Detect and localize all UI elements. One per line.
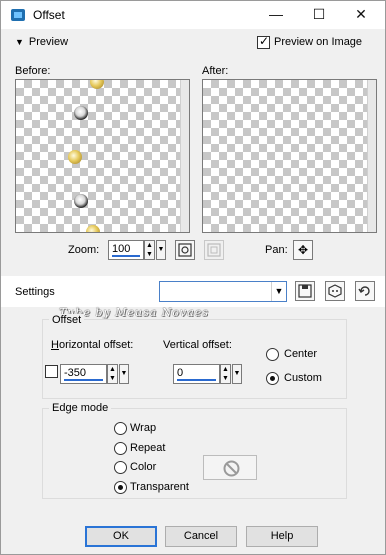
custom-radio[interactable]: [266, 372, 279, 385]
spin-up-icon: ▲: [146, 242, 153, 249]
spin-down-icon: ▼: [146, 251, 153, 258]
spin-down-icon: ▼: [222, 375, 229, 382]
triangle-down-icon: ▼: [15, 37, 24, 47]
offset-group-title: Offset: [49, 314, 85, 326]
pan-label: Pan:: [265, 244, 288, 256]
zoom-dropdown[interactable]: ▼: [156, 240, 166, 260]
fit-icon: [178, 243, 192, 257]
vertical-offset-spinner[interactable]: ▲ ▼: [220, 364, 231, 384]
preview-toggle-label: Preview: [28, 36, 69, 48]
vertical-offset-dropdown[interactable]: ▼: [232, 364, 242, 384]
transparent-label: Transparent: [130, 481, 189, 493]
repeat-label: Repeat: [130, 442, 166, 454]
zoom-actual-size-button[interactable]: [204, 240, 224, 260]
edge-mode-group: [42, 408, 347, 499]
repeat-radio[interactable]: [114, 442, 127, 455]
save-preset-button[interactable]: [295, 281, 315, 301]
color-radio[interactable]: [114, 461, 127, 474]
move-icon: ✥: [297, 243, 309, 257]
vertical-offset-input[interactable]: 0: [173, 364, 220, 384]
app-icon: [11, 9, 25, 21]
gold-gem-image: [90, 80, 104, 89]
help-button[interactable]: Help: [246, 526, 318, 547]
center-label: Center: [284, 348, 318, 360]
scroll-gutter[interactable]: [367, 80, 376, 232]
spin-up-icon: ▲: [109, 366, 116, 373]
scroll-gutter[interactable]: [180, 80, 189, 232]
gold-gem-image: [86, 225, 100, 232]
vertical-offset-label: Vertical offset:: [163, 339, 232, 351]
chevron-down-icon: ▼: [120, 370, 128, 377]
preview-on-image-checkbox[interactable]: ✓: [257, 34, 270, 49]
horizontal-offset-text: orizontal offset:: [58, 339, 134, 351]
zoom-fit-button[interactable]: [175, 240, 195, 260]
before-preview[interactable]: [15, 79, 190, 233]
preview-toggle[interactable]: ▼ Preview: [15, 36, 68, 48]
link-offsets-checkbox[interactable]: [45, 365, 58, 378]
preview-on-image-label: Preview on Image: [274, 36, 363, 48]
chevron-down-icon: ▼: [271, 282, 286, 301]
horizontal-offset-spinner[interactable]: ▲ ▼: [107, 364, 118, 384]
minimize-button[interactable]: —: [257, 1, 295, 29]
offset-dialog: Offset — ☐ ✕ ▼ Preview ✓ Preview on Image…: [0, 0, 386, 555]
chevron-down-icon: ▼: [157, 246, 165, 253]
before-label: Before:: [15, 65, 51, 77]
wrap-radio[interactable]: [114, 422, 127, 435]
settings-preset-select[interactable]: ▼: [159, 281, 287, 302]
horizontal-offset-label: Horizontal offset:: [51, 339, 134, 351]
chevron-down-icon: ▼: [233, 370, 241, 377]
save-icon: [298, 284, 312, 298]
horizontal-offset-dropdown[interactable]: ▼: [119, 364, 129, 384]
cancel-button[interactable]: Cancel: [165, 526, 237, 547]
after-label: After:: [202, 65, 229, 77]
spin-up-icon: ▲: [222, 366, 229, 373]
maximize-icon: ☐: [312, 6, 326, 22]
horizontal-offset-value: -350: [64, 367, 87, 379]
center-radio[interactable]: [266, 348, 279, 361]
window-title: Offset: [33, 8, 65, 22]
zoom-spinner[interactable]: ▲ ▼: [144, 240, 155, 260]
checkmark-icon: ✓: [259, 34, 270, 48]
dice-icon: [328, 284, 342, 298]
maximize-button[interactable]: ☐: [300, 1, 338, 29]
settings-label: Settings: [15, 286, 55, 298]
ok-button[interactable]: OK: [85, 526, 157, 547]
wrap-label: Wrap: [130, 422, 157, 434]
reset-button[interactable]: [355, 281, 375, 301]
spin-down-icon: ▼: [109, 375, 116, 382]
pan-button[interactable]: ✥: [293, 240, 313, 260]
focus-underline: [112, 255, 140, 257]
focus-underline: [177, 379, 216, 381]
diamond-gem-image: [74, 194, 88, 208]
gold-gem-image: [68, 150, 82, 164]
color-swatch-button[interactable]: [203, 455, 257, 480]
color-label: Color: [130, 461, 157, 473]
transparent-radio[interactable]: [114, 481, 127, 494]
minimize-icon: —: [269, 6, 283, 22]
zoom-value: 100: [112, 243, 131, 255]
focus-underline: [64, 379, 103, 381]
horizontal-offset-input[interactable]: -350: [60, 364, 107, 384]
actual-size-icon: [207, 243, 221, 257]
close-button[interactable]: ✕: [342, 1, 380, 29]
diamond-gem-image: [74, 106, 88, 120]
randomize-button[interactable]: [325, 281, 345, 301]
edge-mode-group-title: Edge mode: [49, 402, 112, 414]
title-bar: Offset — ☐ ✕: [1, 1, 385, 29]
reset-icon: [358, 286, 370, 296]
custom-label: Custom: [284, 372, 322, 384]
vertical-offset-value: 0: [177, 367, 184, 379]
after-preview[interactable]: [202, 79, 377, 233]
zoom-input[interactable]: 100: [108, 240, 144, 260]
close-icon: ✕: [355, 6, 367, 22]
no-color-icon: [223, 460, 240, 477]
zoom-label: Zoom:: [68, 244, 100, 256]
